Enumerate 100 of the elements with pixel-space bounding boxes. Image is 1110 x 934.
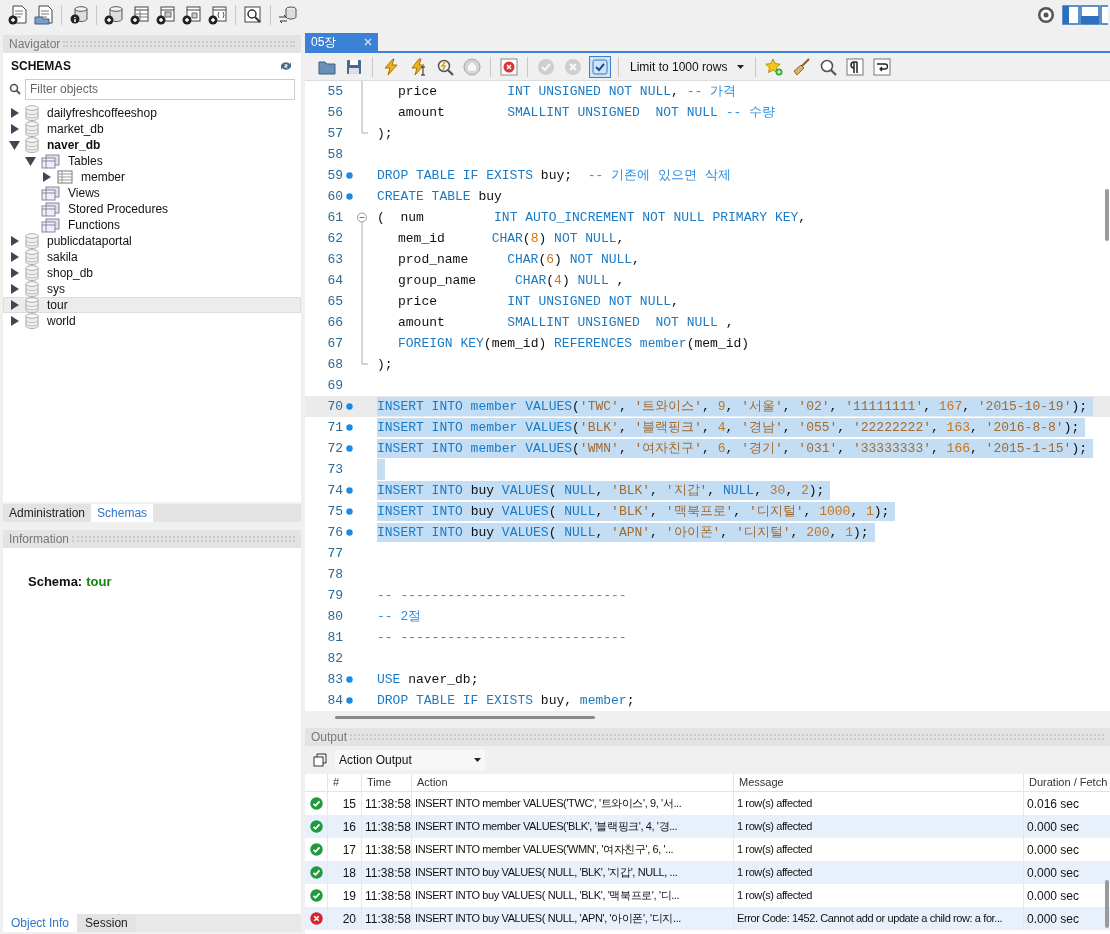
- expand-arrow-icon[interactable]: [9, 252, 20, 262]
- code-text: mem_id CHAR(8) NOT NULL,: [397, 229, 626, 248]
- tree-item[interactable]: naver_db: [3, 137, 301, 153]
- panel-tab[interactable]: Administration: [3, 504, 92, 522]
- expand-arrow-icon[interactable]: [9, 124, 20, 134]
- copy-icon[interactable]: [313, 753, 327, 767]
- tree-item[interactable]: world: [3, 313, 301, 329]
- panel-title: Information: [9, 531, 70, 548]
- output-type-dropdown[interactable]: Action Output: [335, 750, 485, 770]
- database-sync-icon[interactable]: [278, 5, 298, 25]
- stop-on-error-icon[interactable]: [499, 56, 519, 77]
- collapse-arrow-icon[interactable]: [9, 140, 20, 150]
- tree-item[interactable]: sys: [3, 281, 301, 297]
- table-cell-text: 16: [342, 818, 356, 836]
- scrollbar-thumb[interactable]: [335, 715, 595, 719]
- output-row[interactable]: 16 11:38:58 INSERT INTO member VALUES('BLK', '블랙핑크', 4, '경... 1 row(s) affected 0.000 sec: [305, 815, 1110, 838]
- column-header[interactable]: Action: [417, 774, 448, 791]
- expand-arrow-icon[interactable]: [9, 236, 20, 246]
- table-add-icon[interactable]: [130, 5, 150, 25]
- code-text: DROP TABLE IF EXISTS buy; -- 기존에 있으면 삭제: [377, 166, 732, 185]
- line-number: 75: [327, 502, 343, 521]
- line-number: 69: [327, 376, 343, 395]
- column-header[interactable]: #: [333, 774, 340, 791]
- column-header[interactable]: Time: [367, 774, 392, 791]
- sidebar-toggle-icon[interactable]: [1062, 5, 1080, 25]
- tree-item[interactable]: dailyfreshcoffeeshop: [3, 105, 301, 121]
- collapse-arrow-icon[interactable]: [25, 156, 36, 166]
- code-text: -- -----------------------------: [377, 586, 628, 605]
- line-number: 55: [327, 82, 343, 101]
- tree-item[interactable]: Tables: [3, 153, 301, 169]
- tree-item[interactable]: Functions: [3, 217, 301, 233]
- sql-file-open-icon[interactable]: [34, 5, 54, 25]
- tree-item[interactable]: market_db: [3, 121, 301, 137]
- database-icon: [25, 233, 39, 249]
- word-wrap-icon[interactable]: [872, 56, 892, 77]
- lightning-icon[interactable]: [381, 56, 401, 77]
- tree-item[interactable]: publicdataportal: [3, 233, 301, 249]
- sql-file-add-icon[interactable]: [8, 5, 28, 25]
- column-header[interactable]: Duration / Fetch: [1029, 774, 1108, 791]
- code-text: price INT UNSIGNED NOT NULL, -- 가격: [397, 82, 738, 101]
- table-cell-text: 11:38:58: [365, 910, 411, 928]
- tree-item[interactable]: shop_db: [3, 265, 301, 281]
- table-group-icon: [41, 185, 60, 201]
- table-group-icon: [41, 201, 60, 217]
- expand-arrow-icon[interactable]: [9, 268, 20, 278]
- inspector-icon[interactable]: [243, 5, 263, 25]
- expand-arrow-icon[interactable]: [9, 284, 20, 294]
- tree-item[interactable]: member: [3, 169, 301, 185]
- view-add-icon[interactable]: [156, 5, 176, 25]
- code-text: );: [377, 355, 394, 374]
- output-row[interactable]: 18 11:38:58 INSERT INTO buy VALUES( NULL, 'BLK', '지갑', NULL, ... 1 row(s) affected 0.000 sec: [305, 861, 1110, 884]
- panel-tab[interactable]: Session: [77, 914, 136, 932]
- code-text: group_name CHAR(4) NULL ,: [397, 271, 626, 290]
- tree-item[interactable]: sakila: [3, 249, 301, 265]
- column-header[interactable]: Message: [739, 774, 784, 791]
- expand-arrow-icon[interactable]: [9, 316, 20, 326]
- schema-name: tour: [86, 573, 112, 591]
- line-number: 83: [327, 670, 343, 689]
- table-cell-text: 11:38:58: [365, 887, 411, 905]
- expand-arrow-icon[interactable]: [9, 108, 20, 118]
- code-text: prod_name CHAR(6) NOT NULL,: [397, 250, 641, 269]
- star-add-icon[interactable]: [764, 56, 784, 77]
- filter-field[interactable]: Filter objects: [25, 78, 295, 100]
- tree-item[interactable]: Views: [3, 185, 301, 201]
- lightning-cursor-icon[interactable]: [408, 56, 428, 77]
- tree-item[interactable]: Stored Procedures: [3, 201, 301, 217]
- line-number: 79: [327, 586, 343, 605]
- expand-arrow-icon[interactable]: [9, 300, 20, 310]
- database-info-icon[interactable]: [69, 5, 89, 25]
- tree-item[interactable]: tour: [3, 297, 301, 313]
- output-row[interactable]: 20 11:38:58 INSERT INTO buy VALUES( NULL, 'APN', '아이폰', '디지... Error Code: 1452. Cannot add or update a child row: a for... 0.000 sec: [305, 907, 1110, 930]
- table-cell-text: 17: [342, 841, 356, 859]
- database-add-icon[interactable]: [104, 5, 124, 25]
- scrollbar-thumb[interactable]: [1105, 189, 1109, 241]
- caret-icon: [474, 758, 481, 762]
- close-icon[interactable]: [364, 38, 372, 46]
- table-cell-text: 0.000 sec: [1027, 841, 1080, 859]
- broom-icon[interactable]: [791, 56, 811, 77]
- expand-arrow-icon[interactable]: [41, 172, 52, 182]
- code-text: INSERT INTO buy VALUES( NULL, 'BLK', '맥북프로', '디지털', 1000, 1);: [377, 501, 896, 522]
- panel-tab[interactable]: Object Info: [3, 914, 78, 932]
- line-number: 67: [327, 334, 343, 353]
- autocommit-icon[interactable]: [590, 56, 610, 77]
- section-title: SCHEMAS: [11, 58, 71, 75]
- function-add-icon[interactable]: [208, 5, 228, 25]
- database-icon: [25, 297, 39, 313]
- settings-icon[interactable]: [1036, 5, 1056, 25]
- table-cell-text: INSERT INTO buy VALUES( NULL, 'BLK', '지갑', NULL, ...: [415, 865, 678, 881]
- line-number: 65: [327, 292, 343, 311]
- info-label: Schema:: [28, 573, 83, 591]
- code-text: price INT UNSIGNED NOT NULL,: [397, 292, 680, 311]
- pilcrow-icon[interactable]: [845, 56, 865, 77]
- table-group-icon: [41, 217, 60, 233]
- panel-tab[interactable]: Schemas: [91, 504, 154, 522]
- refresh-icon[interactable]: [279, 60, 293, 72]
- table-cell-text: 1 row(s) affected: [737, 819, 812, 835]
- table-cell-text: 1 row(s) affected: [737, 796, 812, 812]
- editor-tab[interactable]: 05장: [305, 33, 378, 51]
- procedure-add-icon[interactable]: [182, 5, 202, 25]
- scrollbar-thumb[interactable]: [1105, 880, 1109, 928]
